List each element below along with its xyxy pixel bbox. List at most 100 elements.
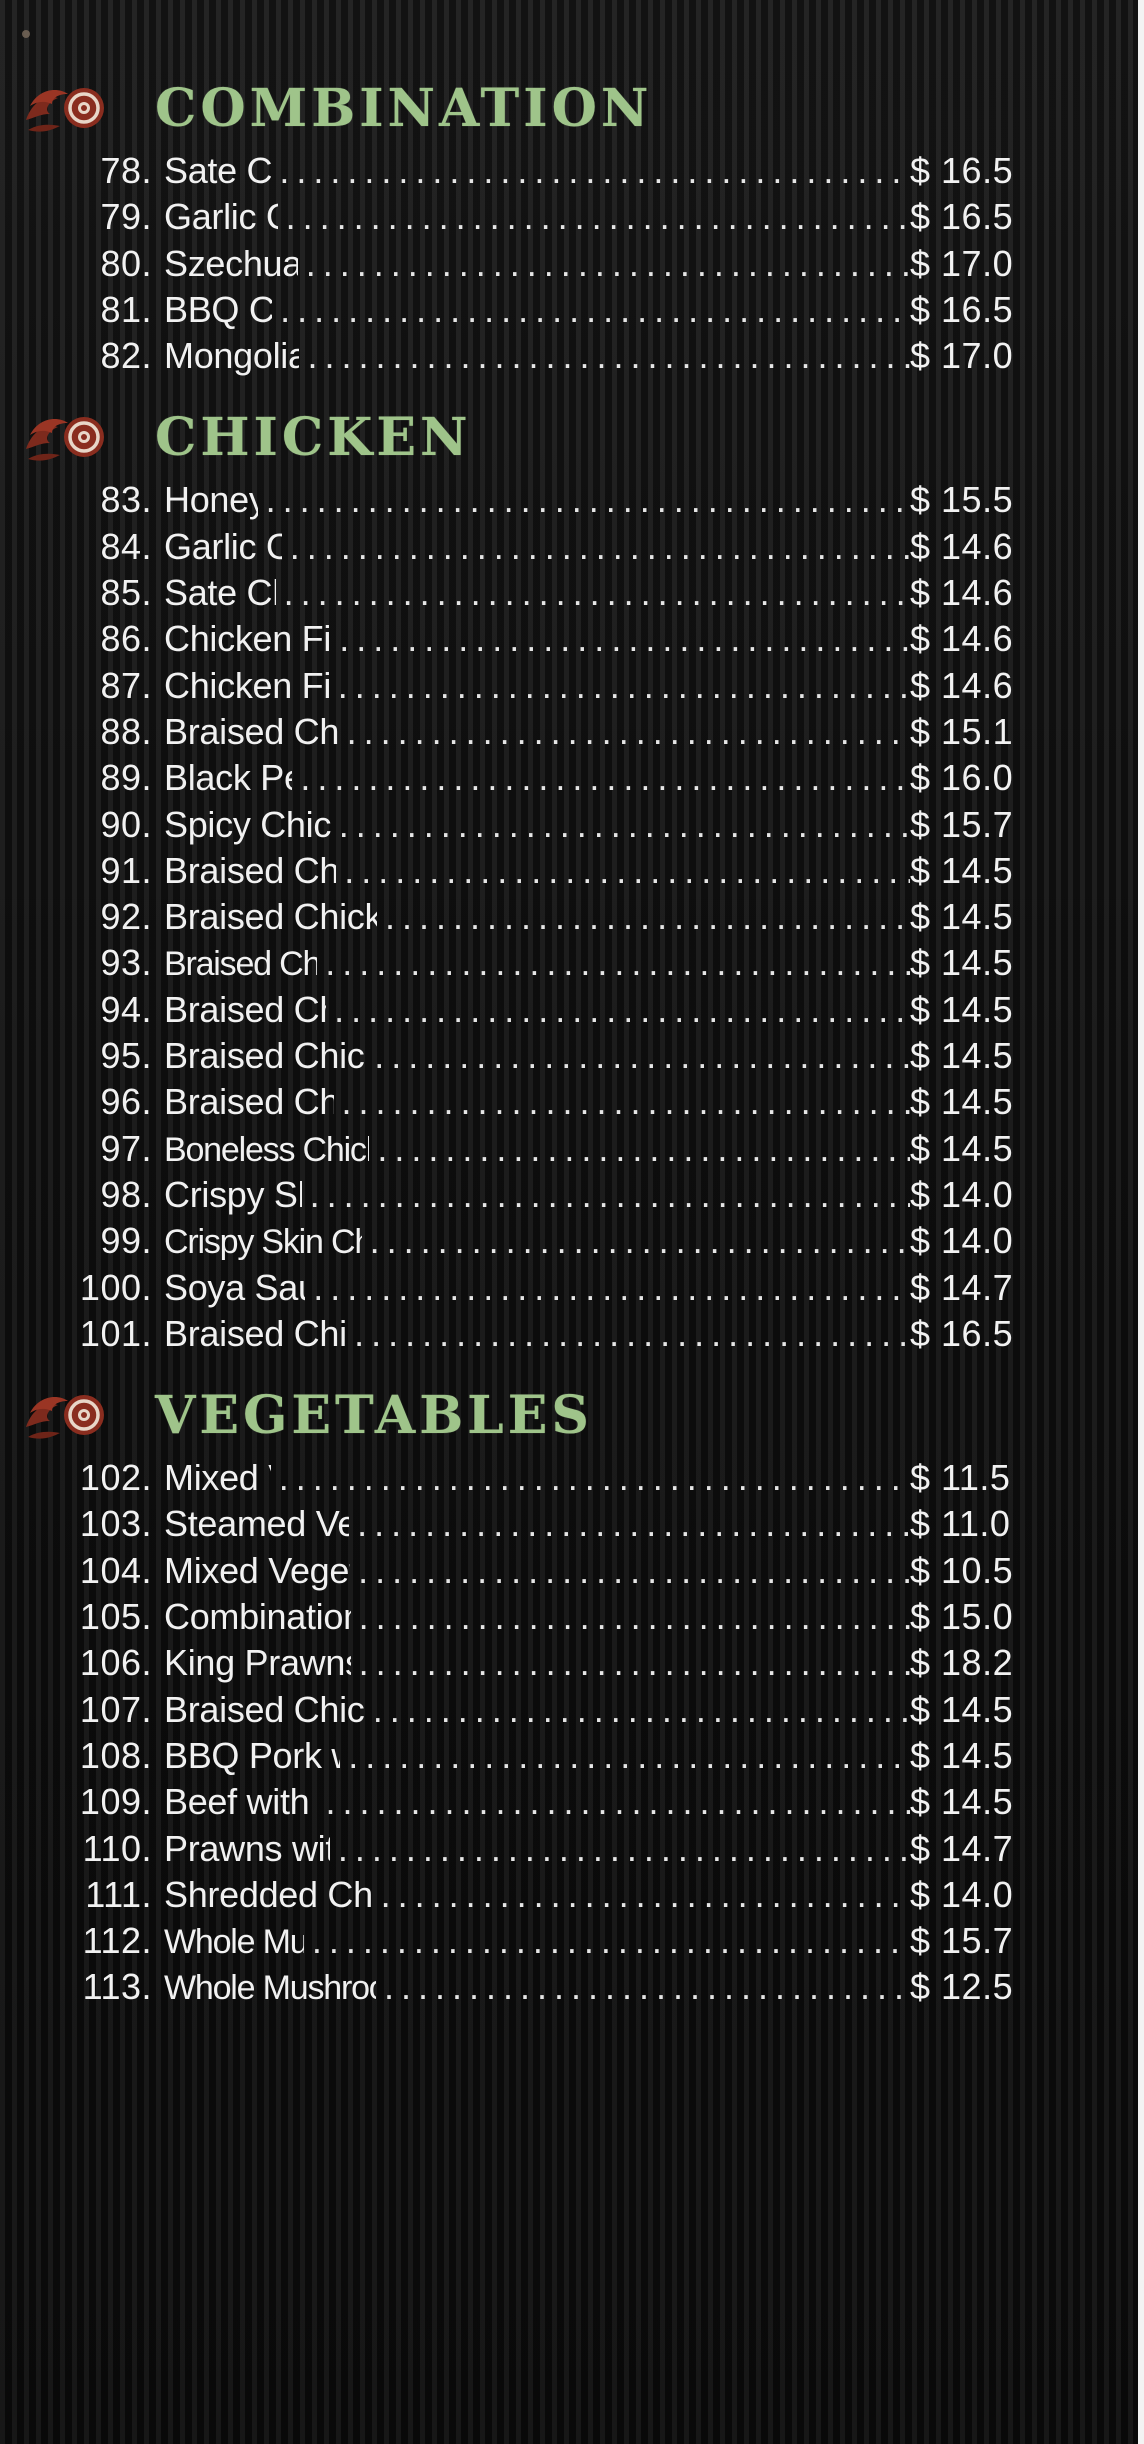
menu-item: 110. Prawns with Mixed Vegetables $ 14.7 <box>0 1828 1040 1874</box>
dot-leader <box>299 335 910 377</box>
menu-sections: COMBINATION 78. Sate Combination $ 16.5 79. G… <box>0 72 1144 2013</box>
dot-leader <box>278 196 910 238</box>
item-price: $ 16.5 <box>910 196 1014 238</box>
item-number: 80. <box>100 242 152 284</box>
item-number: 91. <box>100 849 152 891</box>
menu-item: 111. Shredded Chicken with Mixed Vegetabl… <box>0 1874 1040 1920</box>
item-name: Braised Chicken and Black Bean Sauce <box>164 1035 366 1077</box>
item-price: $ 16.5 <box>910 288 1014 330</box>
item-name: Beef with Mixed Vegetables <box>164 1781 317 1823</box>
item-price: $ 11.5 <box>910 1457 1011 1499</box>
dot-leader <box>331 804 910 846</box>
dot-leader <box>330 1828 910 1870</box>
item-number: 107. <box>79 1688 152 1730</box>
page-edge <box>1138 0 1144 2444</box>
dot-leader <box>365 1689 910 1731</box>
item-price: $ 14.5 <box>910 1081 1014 1123</box>
menu-item: 84. Garlic Chicken Fillet $ 14.6 <box>0 526 1040 572</box>
item-name: Mongolian Combination <box>164 335 300 377</box>
item-number: 101. <box>79 1312 152 1354</box>
item-price: $ 15.1 <box>910 710 1014 752</box>
item-name: Soya Sauce Chicken (½) <box>164 1266 305 1308</box>
item-price: $ 14.5 <box>910 1127 1014 1169</box>
item-number: 109. <box>79 1781 152 1823</box>
item-name: Shredded Chicken with Mixed Vegetables <box>164 1873 373 1915</box>
item-name: Combination with Mixed Vegetables <box>164 1596 351 1638</box>
item-name: King Prawns with Mixed Vegetables <box>164 1642 351 1684</box>
item-number: 86. <box>100 618 152 660</box>
item-number: 89. <box>100 757 152 799</box>
dot-leader <box>366 1035 910 1077</box>
item-name: Spicy Chicken (Salt and Spicy) <box>164 803 331 845</box>
item-price: $ 17.0 <box>910 242 1014 284</box>
menu-item: 78. Sate Combination $ 16.5 <box>0 150 1040 196</box>
item-number: 106. <box>79 1642 152 1684</box>
dot-leader <box>326 989 910 1031</box>
menu-item: 98. Crispy Skin Chicken (½) $ 14.0 <box>0 1174 1040 1220</box>
item-price: $ 14.7 <box>910 1266 1014 1308</box>
menu-item: 99. Crispy Skin Chicken (½) with Lemon Sa… <box>0 1220 1040 1266</box>
item-number: 81. <box>100 288 152 330</box>
menu-item: 88. Braised Chicken Szechuan Style $ 15.1 <box>0 711 1040 757</box>
item-price: $ 14.6 <box>910 525 1014 567</box>
item-number: 112. <box>82 1920 152 1962</box>
item-number: 100. <box>79 1266 152 1308</box>
dot-leader <box>351 1642 910 1684</box>
item-number: 95. <box>100 1035 152 1077</box>
menu-item-list: 78. Sate Combination $ 16.5 79. Garlic Combi… <box>0 150 1144 381</box>
dot-leader <box>334 1081 910 1123</box>
item-number: 88. <box>100 710 152 752</box>
menu-item: 95. Braised Chicken and Black Bean Sauce $… <box>0 1035 1040 1081</box>
item-number: 113. <box>82 1966 152 2008</box>
menu-item: 106. King Prawns with Mixed Vegetables $ 1… <box>0 1642 1040 1688</box>
item-number: 103. <box>79 1503 152 1545</box>
menu-item: 82. Mongolian Combination $ 17.0 <box>0 335 1040 381</box>
item-number: 84. <box>100 525 152 567</box>
menu-item: 94. Braised Chicken Combination $ 14.5 <box>0 989 1040 1035</box>
item-name: Whole Mushroom with Vegetable (only Broc… <box>164 1969 376 2008</box>
item-price: $ 18.2 <box>910 1642 1014 1684</box>
menu-item: 101. Braised Chicken with ginger sauce $ 1… <box>0 1313 1040 1359</box>
dot-leader <box>351 1596 910 1638</box>
menu-item: 100. Soya Sauce Chicken (½) $ 14.7 <box>0 1267 1040 1313</box>
dot-leader <box>373 1874 910 1916</box>
dot-leader <box>346 1313 910 1355</box>
dot-leader <box>276 572 910 614</box>
menu-item: 79. Garlic Combination $ 16.5 <box>0 196 1040 242</box>
menu-page: COMBINATION 78. Sate Combination $ 16.5 79. G… <box>0 0 1144 2444</box>
dot-leader <box>317 942 910 984</box>
dot-leader <box>317 1781 910 1823</box>
item-name: Crispy Skin Chicken (½) with Lemon Sauce <box>164 1223 362 1262</box>
item-price: $ 16.0 <box>910 757 1014 799</box>
dot-leader <box>302 1174 910 1216</box>
dot-leader <box>304 1920 910 1962</box>
dot-leader <box>350 1550 910 1592</box>
section-header: CHICKEN <box>22 401 1144 479</box>
item-price: $ 17.0 <box>910 335 1014 377</box>
section-title: COMBINATION <box>155 78 653 139</box>
item-price: $ 14.0 <box>910 1173 1014 1215</box>
item-number: 104. <box>79 1549 152 1591</box>
item-name: Chicken Fillet with Plum Sauce <box>164 618 332 660</box>
item-name: Braised Chicken with Mixed Vegetables <box>164 1688 365 1730</box>
item-number: 87. <box>100 664 152 706</box>
menu-item: 107. Braised Chicken with Mixed Vegetable… <box>0 1689 1040 1735</box>
menu-item: 90. Spicy Chicken (Salt and Spicy) $ 15.7 <box>0 804 1040 850</box>
menu-item: 97. Boneless Chicken with Lemon or Plum S… <box>0 1128 1040 1174</box>
dot-leader <box>272 289 910 331</box>
item-name: Braised Chicken and Mini Corn <box>164 945 318 984</box>
dot-leader <box>282 526 910 568</box>
item-number: 90. <box>100 803 152 845</box>
item-price: $ 14.5 <box>910 849 1014 891</box>
dot-leader <box>292 757 910 799</box>
dot-leader <box>349 1503 910 1545</box>
dot-leader <box>362 1220 910 1262</box>
item-number: 94. <box>100 988 152 1030</box>
menu-item: 85. Sate Chicken Fillet $ 14.6 <box>0 572 1040 618</box>
item-number: 105. <box>79 1596 152 1638</box>
dot-leader <box>258 479 910 521</box>
item-name: BBQ Pork with Mixed Vegetables <box>164 1734 340 1776</box>
item-name: Prawns with Mixed Vegetables <box>164 1827 330 1869</box>
